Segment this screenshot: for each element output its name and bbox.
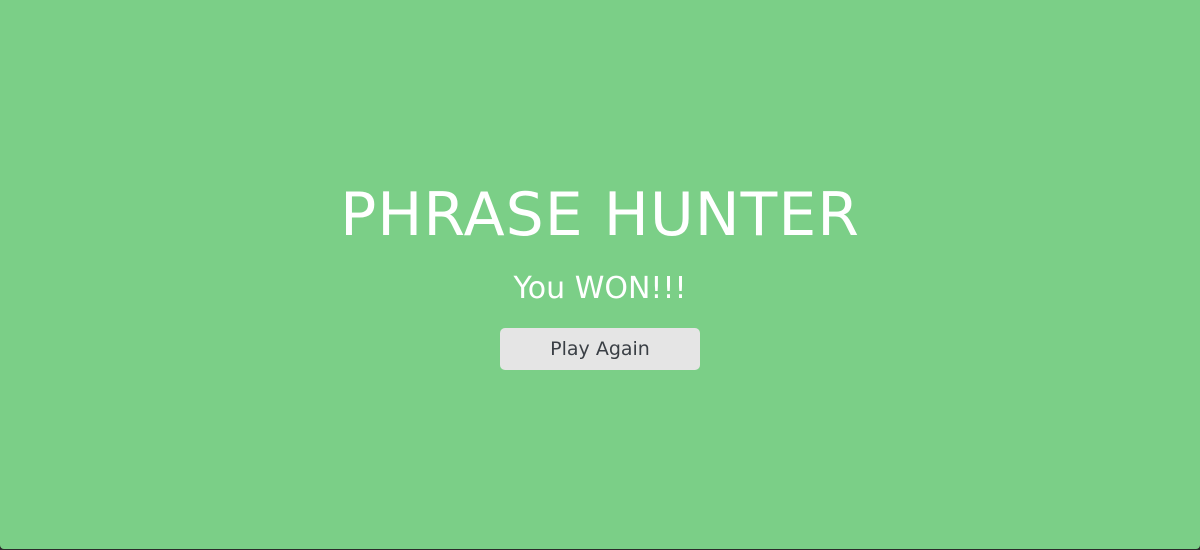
play-again-button[interactable]: Play Again [500, 328, 700, 370]
game-over-message: You WON!!! [513, 271, 687, 306]
game-overlay: PHRASE HUNTER You WON!!! Play Again [0, 0, 1200, 549]
game-title: PHRASE HUNTER [340, 180, 860, 250]
